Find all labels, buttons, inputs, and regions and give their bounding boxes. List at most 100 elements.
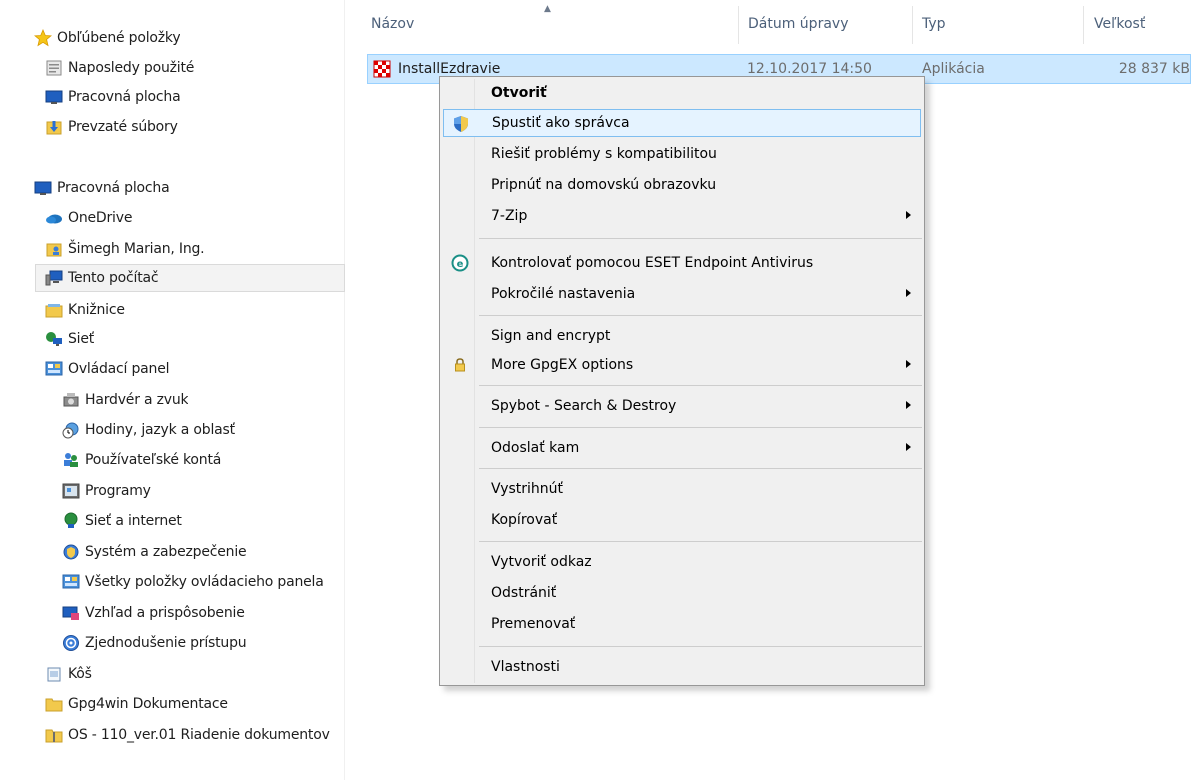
menu-item-properties[interactable]: Vlastnosti [443,653,921,681]
submenu-arrow-icon [906,289,911,297]
nav-label: Naposledy použité [68,60,195,76]
nav-item-network-internet[interactable]: Sieť a internet [62,507,182,535]
nav-item-hardware-sound[interactable]: Hardvér a zvuk [62,386,188,414]
column-header-bar: ▲ Názov Dátum úpravy Typ Veľkosť [345,0,1191,50]
nav-label: Obľúbené položky [57,30,181,46]
nav-label: Všetky položky ovládacieho panela [85,574,324,590]
nav-label: Šimegh Marian, Ing. [68,241,205,257]
clock-globe-icon [62,421,80,439]
menu-item-label: Odoslať kam [491,440,580,456]
menu-item-run-as-admin[interactable]: Spustiť ako správca [443,109,921,137]
menu-item-label: Vlastnosti [491,659,560,675]
nav-label: Používateľské kontá [85,452,222,468]
nav-item-system-security[interactable]: Systém a zabezpečenie [62,538,246,566]
menu-item-delete[interactable]: Odstrániť [443,579,921,607]
menu-separator [479,427,922,428]
submenu-arrow-icon [906,360,911,368]
context-menu: Otvoriť Spustiť ako správca Riešiť probl… [439,76,925,686]
nav-item-appearance[interactable]: Vzhľad a prispôsobenie [62,599,245,627]
nav-item-this-pc[interactable]: Tento počítač [35,264,345,292]
menu-item-label: Pokročilé nastavenia [491,286,636,302]
network-internet-icon [62,512,80,530]
file-size: 28 837 kB [1118,61,1190,77]
recent-places-icon [45,59,63,77]
nav-label: Sieť a internet [85,513,182,529]
navigation-pane: Obľúbené položky Naposledy použité Praco… [0,0,345,780]
menu-item-label: Spustiť ako správca [492,115,630,131]
nav-item-clock-language[interactable]: Hodiny, jazyk a oblasť [62,416,235,444]
column-header-size[interactable]: Veľkosť [1094,16,1145,32]
nav-item-favorites[interactable]: Obľúbené položky [34,24,180,52]
nav-label: Programy [85,483,151,499]
menu-item-advanced-settings[interactable]: Pokročilé nastavenia [443,280,921,308]
menu-item-troubleshoot-compat[interactable]: Riešiť problémy s kompatibilitou [443,140,921,168]
nav-item-downloads[interactable]: Prevzaté súbory [45,113,178,141]
nav-label: OS - 110_ver.01 Riadenie dokumentov [68,727,330,743]
menu-item-label: 7-Zip [491,208,528,224]
menu-separator [479,468,922,469]
nav-label: Hardvér a zvuk [85,392,189,408]
star-icon [34,29,52,47]
desktop-icon [45,88,63,106]
eset-icon: e [451,254,469,272]
menu-item-label: Riešiť problémy s kompatibilitou [491,146,717,162]
menu-item-7zip[interactable]: 7-Zip [443,202,921,230]
nav-label: Tento počítač [68,270,159,286]
menu-item-label: Vystrihnúť [491,481,564,497]
nav-item-control-panel[interactable]: Ovládací panel [45,355,169,383]
menu-separator [479,315,922,316]
menu-item-label: Odstrániť [491,585,557,601]
file-name: InstallEzdravie [398,61,501,77]
nav-item-libraries[interactable]: Knižnice [45,296,125,324]
nav-item-onedrive[interactable]: OneDrive [45,204,132,232]
column-divider[interactable] [912,6,913,44]
menu-separator [479,238,922,239]
menu-item-cut[interactable]: Vystrihnúť [443,475,921,503]
menu-item-gpgex-options[interactable]: More GpgEX options [443,351,921,379]
menu-item-spybot[interactable]: Spybot - Search & Destroy [443,392,921,420]
file-type: Aplikácia [922,61,985,77]
system-security-icon [62,543,80,561]
menu-item-rename[interactable]: Premenovať [443,610,921,638]
onedrive-icon [45,209,63,227]
nav-item-user-folder[interactable]: Šimegh Marian, Ing. [45,235,204,263]
nav-item-recent-places[interactable]: Naposledy použité [45,54,194,82]
menu-item-label: Pripnúť na domovskú obrazovku [491,177,717,193]
nav-item-desktop[interactable]: Pracovná plocha [34,174,169,202]
menu-separator [479,646,922,647]
nav-item-programs[interactable]: Programy [62,477,151,505]
menu-item-pin-to-start[interactable]: Pripnúť na domovskú obrazovku [443,171,921,199]
menu-item-sign-encrypt[interactable]: Sign and encrypt [443,322,921,350]
menu-separator [479,541,922,542]
nav-item-network[interactable]: Sieť [45,325,94,353]
menu-separator [479,385,922,386]
nav-item-os-110[interactable]: OS - 110_ver.01 Riadenie dokumentov [45,721,345,749]
menu-item-label: Otvoriť [491,85,547,101]
menu-item-copy[interactable]: Kopírovať [443,506,921,534]
menu-item-open[interactable]: Otvoriť [443,79,921,107]
column-header-date[interactable]: Dátum úpravy [748,16,848,32]
menu-item-send-to[interactable]: Odoslať kam [443,434,921,462]
recycle-bin-icon [45,665,63,683]
nav-item-recycle-bin[interactable]: Kôš [45,660,92,688]
menu-item-label: Premenovať [491,616,576,632]
nav-label: Ovládací panel [68,361,170,377]
programs-icon [62,482,80,500]
submenu-arrow-icon [906,211,911,219]
nav-item-user-accounts[interactable]: Používateľské kontá [62,446,221,474]
nav-item-ease-of-access[interactable]: Zjednodušenie prístupu [62,629,246,657]
nav-item-gpg4win-docs[interactable]: Gpg4win Dokumentace [45,690,228,718]
nav-label: Pracovná plocha [68,89,181,105]
menu-item-eset-scan[interactable]: e Kontrolovať pomocou ESET Endpoint Anti… [443,249,921,277]
column-divider[interactable] [1083,6,1084,44]
appearance-icon [62,604,80,622]
column-header-name[interactable]: Názov [371,16,414,32]
menu-item-label: Kontrolovať pomocou ESET Endpoint Antivi… [491,255,814,271]
libraries-icon [45,301,63,319]
column-header-type[interactable]: Typ [922,16,946,32]
nav-item-all-control-panel[interactable]: Všetky položky ovládacieho panela [62,568,345,596]
column-divider[interactable] [738,6,739,44]
menu-item-create-shortcut[interactable]: Vytvoriť odkaz [443,548,921,576]
nav-item-desktop-fav[interactable]: Pracovná plocha [45,83,180,111]
submenu-arrow-icon [906,401,911,409]
